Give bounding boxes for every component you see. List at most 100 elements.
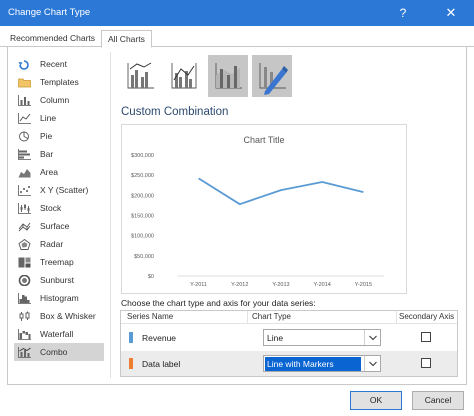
area-chart-icon bbox=[18, 167, 31, 178]
subtype-clustered-column-line-secondary[interactable] bbox=[164, 55, 204, 97]
recent-icon bbox=[18, 59, 31, 70]
chart-type-value: Line with Markers bbox=[265, 357, 361, 371]
x-tick-label: Y-2013 bbox=[272, 282, 289, 288]
chart-title: Chart Title bbox=[243, 135, 284, 145]
chart-type-dropdown[interactable]: Line with Markers bbox=[263, 355, 381, 372]
sidebar-item-label: Area bbox=[40, 167, 58, 177]
sidebar-item-label: Pie bbox=[40, 131, 53, 141]
y-tick-label: $100,000 bbox=[131, 234, 154, 240]
waterfall-chart-icon bbox=[18, 328, 31, 340]
line-chart-icon bbox=[18, 112, 31, 124]
sidebar-item-label: Stock bbox=[40, 203, 62, 213]
tab-strip: Recommended Charts All Charts bbox=[0, 27, 474, 48]
scatter-chart-icon bbox=[18, 184, 31, 196]
chart-type-value: Line bbox=[267, 333, 284, 343]
sidebar-item-box-whisker[interactable]: Box & Whisker bbox=[14, 307, 104, 325]
header-separator bbox=[396, 311, 397, 323]
sidebar-item-waterfall[interactable]: Waterfall bbox=[14, 325, 104, 343]
title-bar: Change Chart Type ? ✕ bbox=[0, 0, 474, 26]
sidebar-item-label: Column bbox=[40, 95, 70, 105]
tab-recommended-charts[interactable]: Recommended Charts bbox=[4, 30, 101, 47]
chart-category-list: Recent Templates Column Line Pie Bar Are… bbox=[14, 55, 104, 361]
x-tick-label: Y-2011 bbox=[190, 282, 207, 288]
help-button[interactable]: ? bbox=[390, 3, 416, 23]
column-chart-icon bbox=[18, 94, 31, 106]
cancel-button[interactable]: Cancel bbox=[412, 391, 464, 410]
series-name: Data label bbox=[142, 359, 181, 369]
header-separator bbox=[247, 311, 248, 323]
sidebar-item-label: Combo bbox=[40, 347, 68, 357]
series-table: Series Name Chart Type Secondary Axis Re… bbox=[120, 310, 458, 377]
secondary-axis-checkbox[interactable] bbox=[421, 358, 431, 368]
sidebar-item-treemap[interactable]: Treemap bbox=[14, 253, 104, 271]
sidebar-item-scatter[interactable]: X Y (Scatter) bbox=[14, 181, 104, 199]
close-button[interactable]: ✕ bbox=[436, 3, 466, 23]
sidebar-item-area[interactable]: Area bbox=[14, 163, 104, 181]
sidebar-item-stock[interactable]: Stock bbox=[14, 199, 104, 217]
sidebar-item-templates[interactable]: Templates bbox=[14, 73, 104, 91]
x-tick-label: Y-2014 bbox=[314, 282, 331, 288]
sidebar-item-label: Sunburst bbox=[40, 275, 75, 285]
sidebar-item-label: Recent bbox=[40, 59, 67, 69]
chart-preview: Chart Title $0 $50,000 $100,000 $150,000 $200… bbox=[121, 124, 407, 294]
sidebar-item-combo[interactable]: Combo bbox=[14, 343, 104, 361]
sidebar-item-bar[interactable]: Bar bbox=[14, 145, 104, 163]
sidebar-item-pie[interactable]: Pie bbox=[14, 127, 104, 145]
combination-heading: Custom Combination bbox=[121, 106, 229, 118]
series-name: Revenue bbox=[142, 333, 177, 343]
sidebar-item-column[interactable]: Column bbox=[14, 91, 104, 109]
sidebar-item-label: Radar bbox=[40, 239, 64, 249]
series-color-swatch bbox=[129, 332, 133, 343]
ok-button[interactable]: OK bbox=[350, 391, 402, 410]
sidebar-item-label: Box & Whisker bbox=[40, 311, 96, 321]
sidebar-item-sunburst[interactable]: Sunburst bbox=[14, 271, 104, 289]
sidebar-item-radar[interactable]: Radar bbox=[14, 235, 104, 253]
subtype-custom-combination[interactable] bbox=[252, 55, 292, 97]
y-tick-label: $300,000 bbox=[131, 153, 154, 159]
series-row-revenue[interactable]: Revenue Line bbox=[121, 325, 457, 350]
y-tick-label: $0 bbox=[148, 274, 154, 280]
y-tick-label: $50,000 bbox=[134, 254, 154, 260]
sidebar-item-label: Surface bbox=[40, 221, 70, 231]
sunburst-chart-icon bbox=[18, 274, 31, 286]
chevron-down-icon[interactable] bbox=[364, 330, 380, 345]
box-whisker-chart-icon bbox=[18, 311, 31, 322]
folder-icon bbox=[18, 77, 31, 88]
chevron-down-icon[interactable] bbox=[364, 356, 380, 371]
sidebar-item-label: X Y (Scatter) bbox=[40, 185, 89, 195]
bar-chart-icon bbox=[18, 148, 31, 160]
sidebar-item-label: Line bbox=[40, 113, 57, 123]
stacked-area-clustered-column-icon bbox=[215, 63, 242, 89]
sidebar-item-line[interactable]: Line bbox=[14, 109, 104, 127]
chart-type-dropdown[interactable]: Line bbox=[263, 329, 381, 346]
sidebar-item-label: Waterfall bbox=[40, 329, 74, 339]
header-divider bbox=[121, 323, 457, 324]
x-tick-label: Y-2015 bbox=[355, 282, 372, 288]
clustered-column-line-icon bbox=[127, 62, 154, 89]
sidebar-divider bbox=[110, 52, 111, 378]
tab-all-charts[interactable]: All Charts bbox=[101, 30, 152, 48]
window-title: Change Chart Type bbox=[8, 7, 91, 18]
treemap-chart-icon bbox=[18, 257, 31, 268]
series-row-data-label[interactable]: Data label Line with Markers bbox=[121, 351, 457, 376]
combo-chart-icon bbox=[18, 346, 31, 358]
subtype-stacked-area-clustered-column[interactable] bbox=[208, 55, 248, 97]
sidebar-item-label: Templates bbox=[40, 77, 79, 87]
sidebar-item-histogram[interactable]: Histogram bbox=[14, 289, 104, 307]
radar-chart-icon bbox=[18, 238, 31, 250]
sidebar-item-label: Bar bbox=[40, 149, 54, 159]
sidebar-item-surface[interactable]: Surface bbox=[14, 217, 104, 235]
stock-chart-icon bbox=[18, 202, 31, 214]
series-color-swatch bbox=[129, 358, 133, 369]
series-instruction: Choose the chart type and axis for your … bbox=[121, 298, 316, 308]
histogram-chart-icon bbox=[18, 292, 31, 304]
chart-svg: Chart Title $0 $50,000 $100,000 $150,000 $200… bbox=[131, 135, 384, 288]
sidebar-item-recent[interactable]: Recent bbox=[14, 55, 104, 73]
clustered-column-line-secondary-axis-icon bbox=[171, 63, 197, 89]
header-secondary-axis: Secondary Axis bbox=[399, 312, 455, 321]
series-line-revenue bbox=[198, 177, 364, 206]
sidebar-item-label: Treemap bbox=[40, 257, 74, 267]
header-series-name: Series Name bbox=[127, 312, 174, 321]
subtype-clustered-column-line[interactable] bbox=[120, 55, 160, 97]
secondary-axis-checkbox[interactable] bbox=[421, 332, 431, 342]
